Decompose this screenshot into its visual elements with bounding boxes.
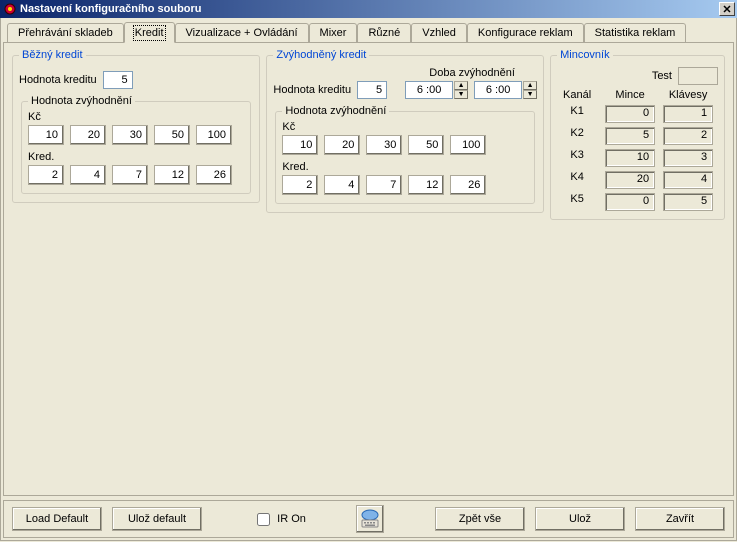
save-default-button[interactable]: Ulož default [112,507,202,531]
coin-ch-4: K5 [557,193,597,211]
load-default-button[interactable]: Load Default [12,507,102,531]
coin-klavesy-4[interactable]: 5 [663,193,713,211]
group-normal-credit: Běžný kredit Hodnota kreditu Hodnota zvý… [12,49,260,203]
coin-mince-4[interactable]: 0 [605,193,655,211]
discount-time-to-input[interactable] [474,81,522,99]
close-window-button[interactable] [719,2,735,16]
tab-various[interactable]: Různé [357,23,411,42]
normal-kred-0[interactable]: 2 [28,165,64,185]
coin-klavesy-3[interactable]: 4 [663,171,713,189]
revert-button[interactable]: Zpět vše [435,507,525,531]
normal-value-label: Hodnota kreditu [19,74,97,86]
coin-mince-0[interactable]: 0 [605,105,655,123]
tab-page-kredit: Běžný kredit Hodnota kreditu Hodnota zvý… [3,42,734,496]
discount-value-label: Hodnota kreditu [273,84,351,96]
discount-time-from[interactable]: ▲ ▼ [405,81,468,99]
spin-down-icon[interactable]: ▼ [454,90,468,99]
ir-on-input[interactable] [257,513,270,526]
normal-kc-label: Kč [28,111,244,123]
group-coin-title: Mincovník [557,49,613,61]
group-discount-credit: Zvýhodněný kredit Doba zvýhodnění Hodnot… [266,49,544,213]
coin-klavesy-1[interactable]: 2 [663,127,713,145]
discount-kred-1[interactable]: 4 [324,175,360,195]
bottom-toolbar: Load Default Ulož default IR On Zpět vše… [3,500,734,538]
normal-kred-1[interactable]: 4 [70,165,106,185]
group-normal-bonus-title: Hodnota zvýhodnění [28,95,135,107]
group-coin: Mincovník Test Kanál Mince Klávesy K1 0 … [550,49,725,220]
discount-kc-label: Kč [282,121,528,133]
discount-kred-2[interactable]: 7 [366,175,402,195]
coin-ch-0: K1 [557,105,597,123]
coin-header-klavesy: Klávesy [663,89,713,101]
coin-ch-1: K2 [557,127,597,145]
coin-test-label: Test [652,70,672,82]
discount-time-title: Doba zvýhodnění [407,67,537,79]
normal-value-input[interactable] [103,71,133,89]
spin-down-icon[interactable]: ▼ [523,90,537,99]
group-discount-credit-title: Zvýhodněný kredit [273,49,369,61]
coin-mince-3[interactable]: 20 [605,171,655,189]
coin-mince-1[interactable]: 5 [605,127,655,145]
normal-kc-0[interactable]: 10 [28,125,64,145]
ir-on-label: IR On [277,513,306,525]
normal-kc-1[interactable]: 20 [70,125,106,145]
discount-kred-4[interactable]: 26 [450,175,486,195]
title-bar: Nastavení konfiguračního souboru [0,0,737,18]
tab-appearance[interactable]: Vzhled [411,23,467,42]
close-button[interactable]: Zavřít [635,507,725,531]
discount-kred-0[interactable]: 2 [282,175,318,195]
group-normal-bonus: Hodnota zvýhodnění Kč 10 20 30 50 100 Kr… [21,95,251,194]
normal-kred-label: Kred. [28,151,244,163]
ir-on-checkbox[interactable]: IR On [253,510,306,529]
tab-ad-stats[interactable]: Statistika reklam [584,23,687,42]
tab-mixer[interactable]: Mixer [309,23,358,42]
discount-kc-4[interactable]: 100 [450,135,486,155]
discount-kc-1[interactable]: 20 [324,135,360,155]
discount-time-from-input[interactable] [405,81,453,99]
discount-kred-label: Kred. [282,161,528,173]
tab-visualisation[interactable]: Vizualizace + Ovládání [175,23,309,42]
tab-strip: Přehrávání skladeb Kredit Vizualizace + … [3,20,734,42]
spin-up-icon[interactable]: ▲ [523,81,537,90]
coin-ch-2: K3 [557,149,597,167]
group-discount-bonus-title: Hodnota zvýhodnění [282,105,389,117]
discount-value-input[interactable] [357,81,387,99]
normal-kc-4[interactable]: 100 [196,125,232,145]
coin-mince-2[interactable]: 10 [605,149,655,167]
coin-test-display [678,67,718,85]
normal-kc-2[interactable]: 30 [112,125,148,145]
save-button[interactable]: Ulož [535,507,625,531]
close-icon [723,5,731,13]
spin-up-icon[interactable]: ▲ [454,81,468,90]
normal-kred-3[interactable]: 12 [154,165,190,185]
app-icon [3,2,17,16]
window-title: Nastavení konfiguračního souboru [20,3,719,15]
normal-kred-4[interactable]: 26 [196,165,232,185]
discount-kred-3[interactable]: 12 [408,175,444,195]
discount-kc-2[interactable]: 30 [366,135,402,155]
tab-kredit[interactable]: Kredit [124,22,175,43]
coin-klavesy-2[interactable]: 3 [663,149,713,167]
discount-time-to[interactable]: ▲ ▼ [474,81,537,99]
coin-klavesy-0[interactable]: 1 [663,105,713,123]
normal-kc-3[interactable]: 50 [154,125,190,145]
keyboard-icon [359,509,381,529]
group-normal-credit-title: Běžný kredit [19,49,86,61]
discount-kc-3[interactable]: 50 [408,135,444,155]
group-discount-bonus: Hodnota zvýhodnění Kč 10 20 30 50 100 Kr… [275,105,535,204]
coin-ch-3: K4 [557,171,597,189]
coin-header-mince: Mince [605,89,655,101]
tab-playback[interactable]: Přehrávání skladeb [7,23,124,42]
coin-header-kanal: Kanál [557,89,597,101]
keyboard-button[interactable] [356,505,384,533]
tab-ad-config[interactable]: Konfigurace reklam [467,23,584,42]
normal-kred-2[interactable]: 7 [112,165,148,185]
discount-kc-0[interactable]: 10 [282,135,318,155]
